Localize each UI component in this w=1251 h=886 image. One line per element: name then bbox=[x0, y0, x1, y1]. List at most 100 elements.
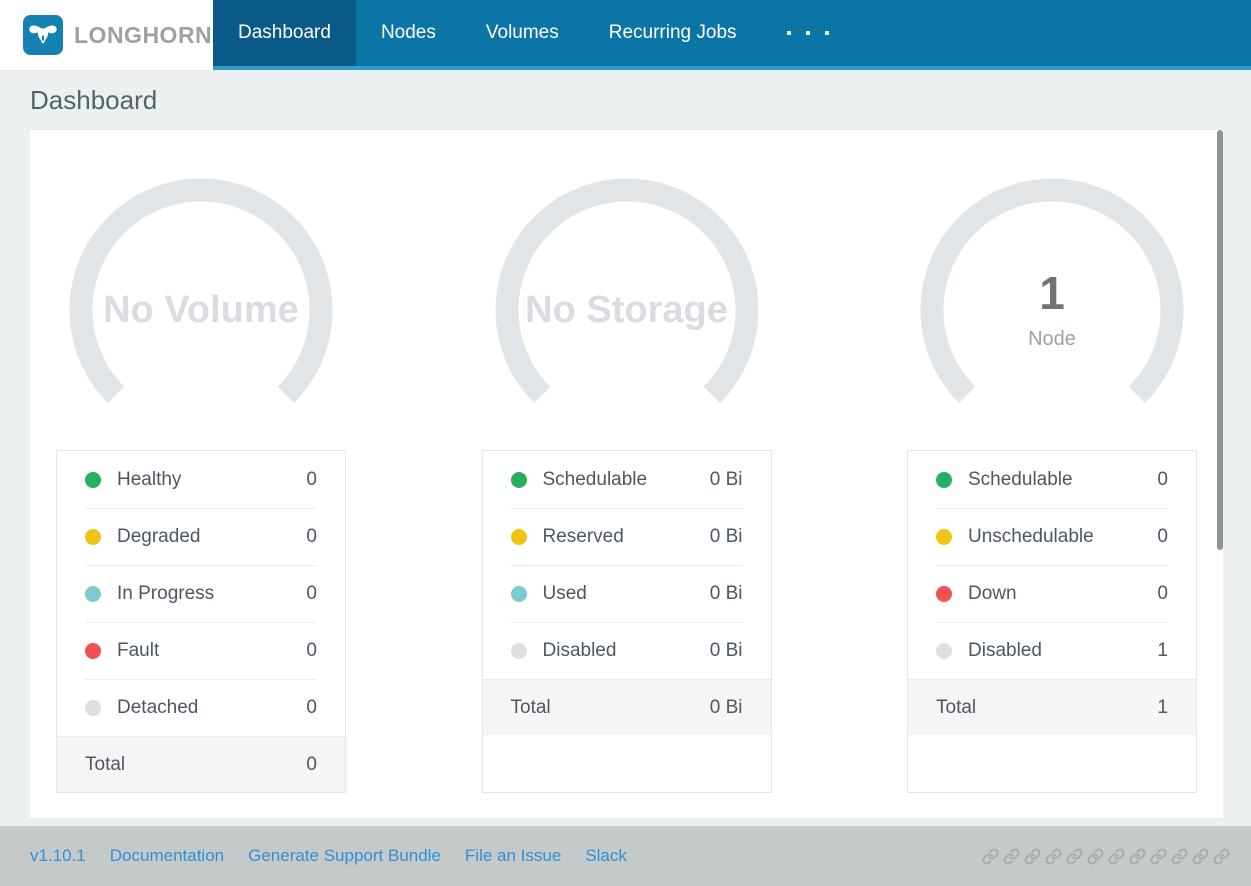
link-icon[interactable] bbox=[1066, 848, 1083, 865]
nav-tab-nodes[interactable]: Nodes bbox=[356, 0, 461, 66]
legend-row-detached: Detached 0 bbox=[57, 679, 345, 736]
app-header: LONGHORN Dashboard Nodes Volumes Recurri… bbox=[0, 0, 1251, 70]
gauge-row: No Volume No Storage 1 Node bbox=[56, 170, 1197, 450]
legend-row-healthy: Healthy 0 bbox=[57, 451, 345, 508]
total-value: 0 Bi bbox=[709, 696, 743, 718]
brand-name: LONGHORN bbox=[74, 21, 213, 48]
version-link[interactable]: v1.10.1 bbox=[30, 846, 86, 866]
legend-label: Down bbox=[968, 582, 1017, 604]
legend-value: 0 bbox=[306, 696, 317, 718]
link-icon[interactable] bbox=[1129, 848, 1146, 865]
total-label: Total bbox=[85, 753, 126, 775]
legend-label: Degraded bbox=[117, 525, 201, 547]
legend-row-unschedulable: Unschedulable 0 bbox=[908, 508, 1196, 565]
unschedulable-dot-icon bbox=[936, 528, 952, 545]
legend-row-in-progress: In Progress 0 bbox=[57, 565, 345, 622]
legend-label: Disabled bbox=[542, 639, 617, 661]
legend-row-schedulable: Schedulable 0 bbox=[908, 451, 1196, 508]
down-dot-icon bbox=[936, 585, 952, 602]
legend-label: Schedulable bbox=[542, 468, 648, 490]
link-icon[interactable] bbox=[1003, 848, 1020, 865]
menu-dot bbox=[805, 31, 810, 35]
legend-label: Used bbox=[542, 582, 587, 604]
legend-value: 0 bbox=[1157, 525, 1168, 547]
total-label: Total bbox=[510, 696, 551, 718]
total-label: Total bbox=[936, 696, 977, 718]
degraded-dot-icon bbox=[85, 528, 101, 545]
page-head: Dashboard bbox=[0, 70, 1251, 130]
link-icon[interactable] bbox=[1150, 848, 1167, 865]
footer-links: v1.10.1 Documentation Generate Support B… bbox=[30, 846, 627, 866]
legend-row-used: Used 0 Bi bbox=[483, 565, 771, 622]
legend-row-disabled: Disabled 1 bbox=[908, 622, 1196, 679]
total-value: 0 bbox=[306, 753, 317, 775]
legend-row-schedulable: Schedulable 0 Bi bbox=[483, 451, 771, 508]
legend-value: 0 Bi bbox=[709, 639, 743, 661]
main-nav: Dashboard Nodes Volumes Recurring Jobs bbox=[213, 0, 1251, 70]
legend-value: 0 bbox=[306, 582, 317, 604]
legend-label: Unschedulable bbox=[968, 525, 1094, 547]
storage-gauge-label: No Storage bbox=[525, 288, 728, 331]
file-an-issue-link[interactable]: File an Issue bbox=[465, 846, 561, 866]
link-icon[interactable] bbox=[1087, 848, 1104, 865]
legend-value: 0 bbox=[306, 639, 317, 661]
vertical-scrollbar-thumb[interactable] bbox=[1217, 130, 1223, 550]
brand[interactable]: LONGHORN bbox=[0, 0, 213, 70]
legend-row-down: Down 0 bbox=[908, 565, 1196, 622]
page-title: Dashboard bbox=[30, 84, 158, 115]
legend-value: 0 Bi bbox=[709, 525, 743, 547]
disabled-dot-icon bbox=[510, 642, 527, 659]
used-dot-icon bbox=[510, 585, 527, 602]
generate-support-bundle-link[interactable]: Generate Support Bundle bbox=[248, 846, 441, 866]
slack-link[interactable]: Slack bbox=[585, 846, 627, 866]
legend-value: 1 bbox=[1157, 639, 1168, 661]
fault-dot-icon bbox=[85, 642, 101, 659]
storage-total-row: Total 0 Bi bbox=[482, 679, 771, 735]
volume-summary-panel: Healthy 0 Degraded 0 In Progress 0 Fault… bbox=[56, 450, 346, 793]
link-icon[interactable] bbox=[1024, 848, 1041, 865]
legend-row-degraded: Degraded 0 bbox=[57, 508, 345, 565]
dashboard-card: No Volume No Storage 1 Node Healthy 0 De… bbox=[30, 130, 1223, 818]
nav-tab-volumes[interactable]: Volumes bbox=[461, 0, 584, 66]
node-total-row: Total 1 bbox=[908, 679, 1196, 735]
schedulable-dot-icon bbox=[936, 471, 952, 488]
link-icon[interactable] bbox=[1192, 848, 1209, 865]
storage-gauge: No Storage bbox=[482, 170, 772, 450]
healthy-dot-icon bbox=[85, 471, 101, 488]
link-icon[interactable] bbox=[1171, 848, 1188, 865]
link-icon[interactable] bbox=[1108, 848, 1125, 865]
disabled-dot-icon bbox=[936, 642, 952, 659]
documentation-link[interactable]: Documentation bbox=[110, 846, 224, 866]
link-icon[interactable] bbox=[1213, 848, 1230, 865]
legend-label: In Progress bbox=[117, 582, 215, 604]
schedulable-dot-icon bbox=[510, 471, 527, 488]
volume-total-row: Total 0 bbox=[57, 736, 345, 792]
legend-label: Fault bbox=[117, 639, 160, 661]
node-gauge: 1 Node bbox=[907, 170, 1197, 450]
volume-gauge: No Volume bbox=[56, 170, 346, 450]
legend-label: Reserved bbox=[542, 525, 624, 547]
legend-label: Healthy bbox=[117, 468, 182, 490]
legend-label: Disabled bbox=[968, 639, 1042, 661]
node-summary-panel: Schedulable 0 Unschedulable 0 Down 0 Dis… bbox=[907, 450, 1197, 793]
ellipsis-menu-icon[interactable] bbox=[762, 0, 854, 66]
link-icon[interactable] bbox=[982, 848, 999, 865]
detached-dot-icon bbox=[85, 699, 101, 716]
menu-dot bbox=[824, 31, 829, 35]
legend-value: 0 bbox=[1157, 468, 1168, 490]
legend-label: Detached bbox=[117, 696, 199, 718]
legend-row-disabled: Disabled 0 Bi bbox=[483, 622, 771, 679]
legend-value: 0 Bi bbox=[709, 582, 743, 604]
total-value: 1 bbox=[1157, 696, 1168, 718]
app-footer: v1.10.1 Documentation Generate Support B… bbox=[0, 826, 1251, 886]
footer-link-icons bbox=[982, 848, 1230, 865]
legend-value: 0 Bi bbox=[709, 468, 743, 490]
volume-gauge-label: No Volume bbox=[103, 288, 299, 331]
link-icon[interactable] bbox=[1045, 848, 1062, 865]
storage-summary-panel: Schedulable 0 Bi Reserved 0 Bi Used 0 Bi… bbox=[481, 450, 772, 793]
in-progress-dot-icon bbox=[85, 585, 101, 602]
legend-value: 0 bbox=[1157, 582, 1168, 604]
longhorn-bull-icon bbox=[23, 15, 63, 55]
nav-tab-dashboard[interactable]: Dashboard bbox=[213, 0, 356, 66]
nav-tab-recurring-jobs[interactable]: Recurring Jobs bbox=[584, 0, 762, 66]
